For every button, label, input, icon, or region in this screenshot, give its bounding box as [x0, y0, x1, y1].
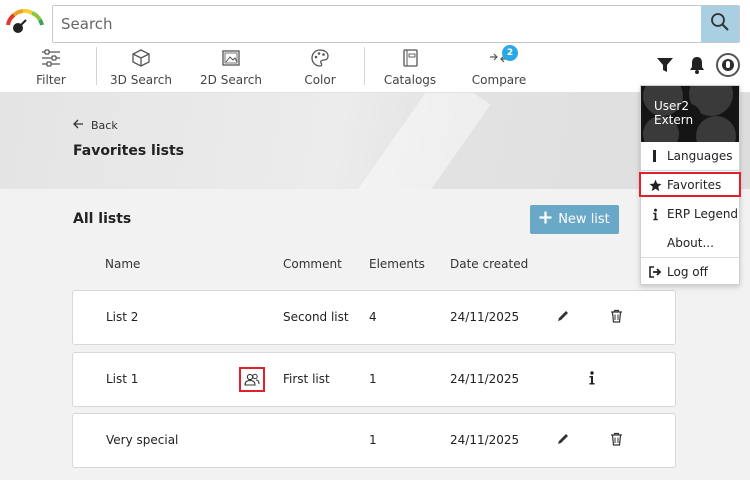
filter-icon[interactable] — [655, 55, 675, 79]
column-header-date[interactable]: Date created — [450, 257, 528, 271]
menu-item-label: ERP Legend — [667, 207, 739, 221]
toolbar-compare-label: Compare — [471, 73, 527, 87]
user-name: User2 Extern — [654, 99, 693, 127]
page-banner: Back Favorites lists — [0, 93, 750, 189]
column-header-name[interactable]: Name — [105, 257, 140, 271]
menu-item-log-off[interactable]: Log off — [641, 259, 739, 285]
user-name-line1: User2 — [654, 99, 689, 113]
list-name: List 1 — [106, 372, 139, 386]
user-menu: User2 Extern Languages Favorites ERP Leg… — [639, 85, 741, 285]
search-input[interactable] — [53, 6, 701, 42]
arrow-left-icon — [73, 119, 84, 132]
list-row[interactable]: Very special 1 24/11/2025 — [72, 413, 676, 468]
user-name-line2: Extern — [654, 113, 694, 127]
palette-icon — [310, 46, 330, 70]
banner-decoration — [349, 93, 491, 189]
toolbar-divider — [96, 47, 97, 85]
catalog-icon — [400, 46, 420, 70]
list-date: 24/11/2025 — [450, 372, 520, 386]
toolbar-2d-search-label: 2D Search — [200, 73, 262, 87]
app-logo[interactable] — [4, 8, 48, 35]
search-icon — [710, 12, 730, 36]
list-elements: 4 — [369, 310, 377, 324]
trash-icon[interactable] — [610, 308, 623, 327]
menu-item-about[interactable]: About... — [641, 230, 739, 256]
menu-divider — [641, 257, 739, 258]
list-row[interactable]: List 2 Second list 4 24/11/2025 — [72, 290, 676, 345]
toolbar-color[interactable]: Color — [300, 45, 340, 91]
toolbar-divider — [364, 47, 365, 85]
shared-users-icon[interactable] — [239, 367, 265, 392]
list-name: List 2 — [106, 310, 139, 324]
list-date: 24/11/2025 — [450, 310, 520, 324]
menu-item-favorites[interactable]: Favorites — [641, 172, 739, 198]
search-button[interactable] — [701, 6, 739, 42]
menu-item-label: About... — [667, 236, 714, 250]
trash-icon[interactable] — [610, 431, 623, 450]
logout-icon — [645, 266, 665, 278]
toolbar-filter-label: Filter — [36, 73, 66, 87]
info-icon — [645, 208, 665, 221]
menu-item-label: Favorites — [667, 178, 722, 192]
list-date: 24/11/2025 — [450, 433, 520, 447]
menu-item-label: Languages — [667, 149, 733, 163]
sliders-icon — [40, 46, 62, 70]
toolbar-filter[interactable]: Filter — [31, 45, 71, 91]
toolbar: Filter 3D Search 2D Search Color Catalog… — [0, 45, 750, 93]
image-icon — [221, 46, 241, 70]
menu-divider — [641, 170, 739, 171]
menu-item-erp-legend[interactable]: ERP Legend — [641, 201, 739, 227]
top-bar — [0, 0, 750, 45]
toolbar-catalogs[interactable]: Catalogs — [383, 45, 437, 91]
toolbar-3d-search[interactable]: 3D Search — [110, 45, 172, 91]
section-title: All lists — [73, 211, 132, 227]
info-icon[interactable] — [588, 370, 596, 389]
list-comment: Second list — [283, 310, 349, 324]
list-elements: 1 — [369, 372, 377, 386]
toolbar-3d-search-label: 3D Search — [110, 73, 172, 87]
avatar-icon[interactable] — [716, 53, 740, 77]
back-link[interactable]: Back — [73, 119, 118, 132]
new-list-button[interactable]: New list — [530, 205, 619, 234]
bell-icon[interactable] — [688, 55, 706, 79]
toolbar-catalogs-label: Catalogs — [383, 73, 437, 87]
search-bar — [52, 5, 740, 43]
pencil-icon[interactable] — [556, 431, 570, 450]
list-row[interactable]: List 1 First list 1 24/11/2025 — [72, 352, 676, 407]
user-menu-header: User2 Extern — [641, 86, 739, 142]
menu-item-label: Log off — [667, 265, 708, 279]
star-icon — [645, 179, 665, 192]
pencil-icon[interactable] — [556, 308, 570, 327]
back-label: Back — [91, 119, 118, 132]
toolbar-2d-search[interactable]: 2D Search — [200, 45, 262, 91]
new-list-label: New list — [558, 212, 610, 227]
column-header-elements[interactable]: Elements — [369, 257, 425, 271]
cube-icon — [131, 46, 151, 70]
list-name: Very special — [106, 433, 179, 447]
page-title: Favorites lists — [73, 143, 184, 159]
compare-count-badge: 2 — [502, 45, 518, 61]
list-comment: First list — [283, 372, 330, 386]
list-elements: 1 — [369, 433, 377, 447]
toolbar-compare[interactable]: 2 Compare — [471, 45, 527, 91]
menu-item-languages[interactable]: Languages — [641, 143, 739, 169]
plus-icon — [539, 211, 552, 228]
language-icon — [645, 150, 665, 162]
compare-icon: 2 — [488, 45, 518, 70]
toolbar-color-label: Color — [304, 73, 336, 87]
column-header-comment[interactable]: Comment — [283, 257, 342, 271]
